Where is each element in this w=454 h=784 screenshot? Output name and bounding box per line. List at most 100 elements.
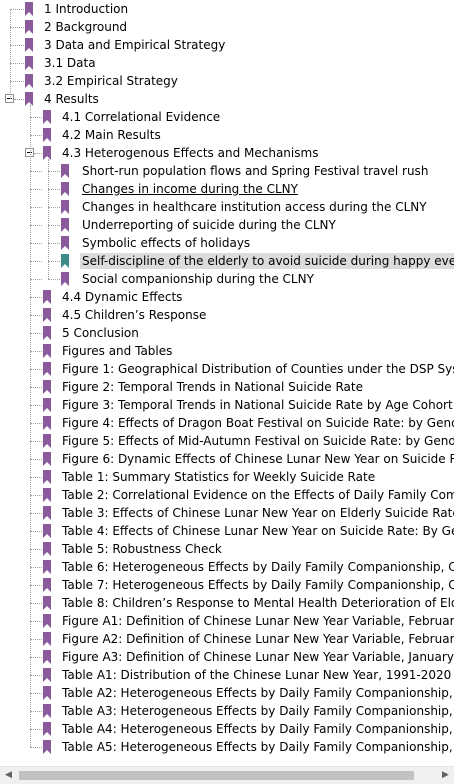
bookmark-item[interactable]: 1 Introduction (0, 0, 454, 18)
bookmark-label[interactable]: Changes in healthcare institution access… (80, 199, 429, 215)
bookmark-label[interactable]: 5 Conclusion (60, 325, 141, 341)
bookmark-item[interactable]: Table A4: Heterogeneous Effects by Daily… (0, 720, 454, 738)
bookmark-label[interactable]: Symbolic effects of holidays (80, 235, 252, 251)
bookmark-item[interactable]: Figure 3: Temporal Trends in National Su… (0, 396, 454, 414)
bookmark-icon (43, 146, 51, 160)
bookmark-icon (43, 524, 51, 538)
bookmark-label[interactable]: Figure 6: Dynamic Effects of Chinese Lun… (60, 451, 454, 467)
tree-connector (48, 189, 60, 190)
bookmark-item[interactable]: Table A2: Heterogeneous Effects by Daily… (0, 684, 454, 702)
bookmark-label[interactable]: Table A2: Heterogeneous Effects by Daily… (60, 685, 454, 701)
bookmark-item[interactable]: Table 1: Summary Statistics for Weekly S… (0, 468, 454, 486)
bookmark-label[interactable]: Changes in income during the CLNY (80, 181, 300, 197)
bookmark-item[interactable]: Figure 6: Dynamic Effects of Chinese Lun… (0, 450, 454, 468)
bookmark-label[interactable]: Figure 2: Temporal Trends in National Su… (60, 379, 365, 395)
bookmark-label[interactable]: Table A3: Heterogeneous Effects by Daily… (60, 703, 454, 719)
bookmark-label[interactable]: 4 Results (42, 91, 101, 107)
bookmarks-tree[interactable]: 1 Introduction 2 Background 3 Data and Emp… (0, 0, 454, 766)
bookmark-item[interactable]: Figures and Tables (0, 342, 454, 360)
bookmark-item[interactable]: Figure 4: Effects of Dragon Boat Festiva… (0, 414, 454, 432)
bookmark-item[interactable]: Social companionship during the CLNY (0, 270, 454, 288)
bookmark-item[interactable]: Short-run population flows and Spring Fe… (0, 162, 454, 180)
tree-connector (30, 261, 42, 262)
bookmark-item[interactable]: Table A1: Distribution of the Chinese Lu… (0, 666, 454, 684)
bookmark-item[interactable]: Table 5: Robustness Check (0, 540, 454, 558)
bookmark-item[interactable]: Table A5: Heterogeneous Effects by Daily… (0, 738, 454, 756)
bookmark-item[interactable]: Figure 2: Temporal Trends in National Su… (0, 378, 454, 396)
bookmark-item[interactable]: 3.1 Data (0, 54, 454, 72)
bookmark-label[interactable]: Figure 3: Temporal Trends in National Su… (60, 397, 454, 413)
bookmark-item[interactable]: 2 Background (0, 18, 454, 36)
bookmark-item[interactable]: Table 8: Children’s Response to Mental H… (0, 594, 454, 612)
bookmark-label[interactable]: Table 6: Heterogeneous Effects by Daily … (60, 559, 454, 575)
bookmark-item[interactable]: Figure 5: Effects of Mid-Autumn Festival… (0, 432, 454, 450)
bookmark-label[interactable]: 1 Introduction (42, 1, 130, 17)
bookmark-item[interactable]: Figure A3: Definition of Chinese Lunar N… (0, 648, 454, 666)
bookmark-label[interactable]: Table 2: Correlational Evidence on the E… (60, 487, 454, 503)
bookmark-item[interactable]: Table 7: Heterogeneous Effects by Daily … (0, 576, 454, 594)
bookmark-label[interactable]: 4.2 Main Results (60, 127, 163, 143)
bookmark-label[interactable]: Table A4: Heterogeneous Effects by Daily… (60, 721, 454, 737)
bookmark-item[interactable]: Table 2: Correlational Evidence on the E… (0, 486, 454, 504)
bookmark-item[interactable]: Underreporting of suicide during the CLN… (0, 216, 454, 234)
bookmark-label[interactable]: Figures and Tables (60, 343, 174, 359)
bookmark-label[interactable]: 4.4 Dynamic Effects (60, 289, 184, 305)
bookmark-label[interactable]: 3.2 Empirical Strategy (42, 73, 180, 89)
bookmark-label[interactable]: Table 8: Children’s Response to Mental H… (60, 595, 454, 611)
bookmark-item[interactable]: 3.2 Empirical Strategy (0, 72, 454, 90)
scrollbar-thumb[interactable] (19, 771, 414, 780)
bookmark-label[interactable]: Table 5: Robustness Check (60, 541, 224, 557)
bookmark-label[interactable]: Table A1: Distribution of the Chinese Lu… (60, 667, 453, 683)
bookmark-label[interactable]: Table 1: Summary Statistics for Weekly S… (60, 469, 377, 485)
bookmark-item[interactable]: Figure A2: Definition of Chinese Lunar N… (0, 630, 454, 648)
bookmark-item[interactable]: 4.3 Heterogenous Effects and Mechanisms (0, 144, 454, 162)
horizontal-scrollbar[interactable]: ◀ ▶ (0, 766, 454, 784)
bookmark-label[interactable]: Figure 4: Effects of Dragon Boat Festiva… (60, 415, 454, 431)
bookmark-item[interactable]: Table 6: Heterogeneous Effects by Daily … (0, 558, 454, 576)
bookmark-item[interactable]: 5 Conclusion (0, 324, 454, 342)
tree-connector (30, 711, 42, 712)
tree-connector (34, 153, 42, 154)
scroll-right-icon[interactable]: ▶ (437, 767, 454, 784)
bookmark-label[interactable]: 2 Background (42, 19, 129, 35)
bookmark-item[interactable]: Changes in income during the CLNY (0, 180, 454, 198)
bookmark-item[interactable]: 4.1 Correlational Evidence (0, 108, 454, 126)
bookmark-item[interactable]: Figure A1: Definition of Chinese Lunar N… (0, 612, 454, 630)
bookmark-icon (43, 668, 51, 682)
bookmark-label[interactable]: Figure 1: Geographical Distribution of C… (60, 361, 454, 377)
tree-connector (30, 279, 42, 280)
tree-connector (48, 243, 60, 244)
bookmark-label[interactable]: Table A5: Heterogeneous Effects by Daily… (60, 739, 454, 755)
bookmark-item[interactable]: Table 4: Effects of Chinese Lunar New Ye… (0, 522, 454, 540)
bookmark-item[interactable]: 4 Results (0, 90, 454, 108)
bookmark-label[interactable]: 4.1 Correlational Evidence (60, 109, 222, 125)
bookmark-item[interactable]: Changes in healthcare institution access… (0, 198, 454, 216)
bookmark-label[interactable]: Social companionship during the CLNY (80, 271, 316, 287)
bookmark-icon (25, 92, 33, 106)
bookmark-label[interactable]: 3.1 Data (42, 55, 98, 71)
bookmark-item[interactable]: 4.4 Dynamic Effects (0, 288, 454, 306)
bookmark-label[interactable]: 4.5 Children’s Response (60, 307, 208, 323)
bookmark-label[interactable]: Figure A3: Definition of Chinese Lunar N… (60, 649, 454, 665)
bookmark-label[interactable]: Figure A1: Definition of Chinese Lunar N… (60, 613, 454, 629)
bookmark-label[interactable]: Self-discipline of the elderly to avoid … (80, 253, 454, 269)
bookmark-item[interactable]: Table A3: Heterogeneous Effects by Daily… (0, 702, 454, 720)
bookmark-item[interactable]: 4.5 Children’s Response (0, 306, 454, 324)
bookmark-label[interactable]: 4.3 Heterogenous Effects and Mechanisms (60, 145, 320, 161)
bookmark-label[interactable]: Table 3: Effects of Chinese Lunar New Ye… (60, 505, 454, 521)
bookmark-item[interactable]: 4.2 Main Results (0, 126, 454, 144)
bookmark-item[interactable]: Table 3: Effects of Chinese Lunar New Ye… (0, 504, 454, 522)
bookmark-label[interactable]: Short-run population flows and Spring Fe… (80, 163, 430, 179)
bookmark-item[interactable]: Symbolic effects of holidays (0, 234, 454, 252)
bookmark-label[interactable]: Figure A2: Definition of Chinese Lunar N… (60, 631, 454, 647)
bookmark-item[interactable]: Figure 1: Geographical Distribution of C… (0, 360, 454, 378)
bookmark-label[interactable]: Figure 5: Effects of Mid-Autumn Festival… (60, 433, 454, 449)
bookmark-label[interactable]: 3 Data and Empirical Strategy (42, 37, 227, 53)
bookmark-label[interactable]: Table 7: Heterogeneous Effects by Daily … (60, 577, 454, 593)
bookmark-item[interactable]: 3 Data and Empirical Strategy (0, 36, 454, 54)
bookmark-label[interactable]: Table 4: Effects of Chinese Lunar New Ye… (60, 523, 454, 539)
bookmark-item[interactable]: Self-discipline of the elderly to avoid … (0, 252, 454, 270)
scroll-left-icon[interactable]: ◀ (0, 767, 17, 784)
tree-connector (30, 675, 42, 676)
bookmark-label[interactable]: Underreporting of suicide during the CLN… (80, 217, 338, 233)
